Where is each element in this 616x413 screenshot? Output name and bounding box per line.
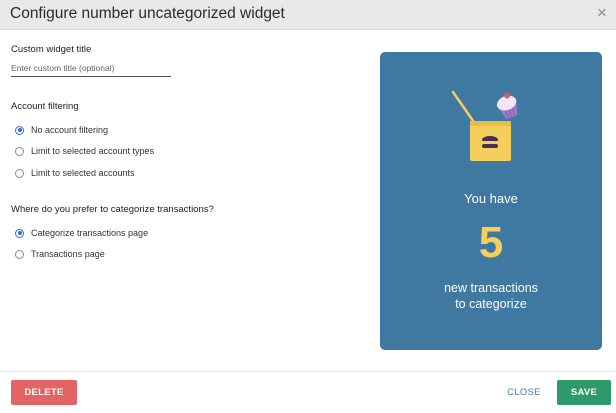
close-button[interactable]: CLOSE bbox=[503, 380, 545, 405]
radio-limit-accounts[interactable]: Limit to selected accounts bbox=[15, 166, 135, 180]
box-with-flag-and-cupcake-icon bbox=[451, 90, 518, 161]
radio-no-account-filtering[interactable]: No account filtering bbox=[15, 123, 108, 137]
custom-title-label: Custom widget title bbox=[11, 44, 92, 55]
radio-label: Limit to selected accounts bbox=[31, 168, 135, 178]
radio-button[interactable] bbox=[15, 249, 24, 259]
delete-button[interactable]: DELETE bbox=[11, 380, 77, 405]
radio-label: Limit to selected account types bbox=[31, 146, 155, 156]
categorize-location-label: Where do you prefer to categorize transa… bbox=[11, 204, 214, 215]
uncategorized-count: 5 bbox=[478, 218, 504, 267]
radio-button[interactable] bbox=[15, 168, 24, 178]
radio-button[interactable] bbox=[15, 146, 24, 156]
radio-button[interactable] bbox=[15, 125, 24, 135]
radio-button[interactable] bbox=[15, 228, 24, 238]
close-icon[interactable]: × bbox=[594, 4, 610, 22]
dialog-header: Configure number uncategorized widget × bbox=[0, 0, 616, 30]
footer-divider bbox=[0, 371, 616, 372]
save-button[interactable]: SAVE bbox=[557, 380, 611, 405]
custom-title-input[interactable] bbox=[11, 61, 171, 77]
radio-label: Categorize transactions page bbox=[31, 228, 149, 238]
radio-label: Transactions page bbox=[31, 249, 105, 259]
radio-limit-account-types[interactable]: Limit to selected account types bbox=[15, 144, 154, 158]
radio-categorize-transactions-page[interactable]: Categorize transactions page bbox=[15, 226, 148, 240]
promo-you-have-text: You have bbox=[464, 191, 518, 206]
account-filtering-label: Account filtering bbox=[11, 101, 79, 112]
promo-to-categorize-text: to categorize bbox=[455, 297, 527, 311]
promo-new-transactions-text: new transactions bbox=[444, 281, 538, 295]
widget-preview-card: You have 5 new transactions to categoriz… bbox=[380, 52, 602, 350]
dialog-title: Configure number uncategorized widget bbox=[10, 5, 285, 22]
radio-label: No account filtering bbox=[31, 125, 109, 135]
radio-transactions-page[interactable]: Transactions page bbox=[15, 247, 105, 261]
